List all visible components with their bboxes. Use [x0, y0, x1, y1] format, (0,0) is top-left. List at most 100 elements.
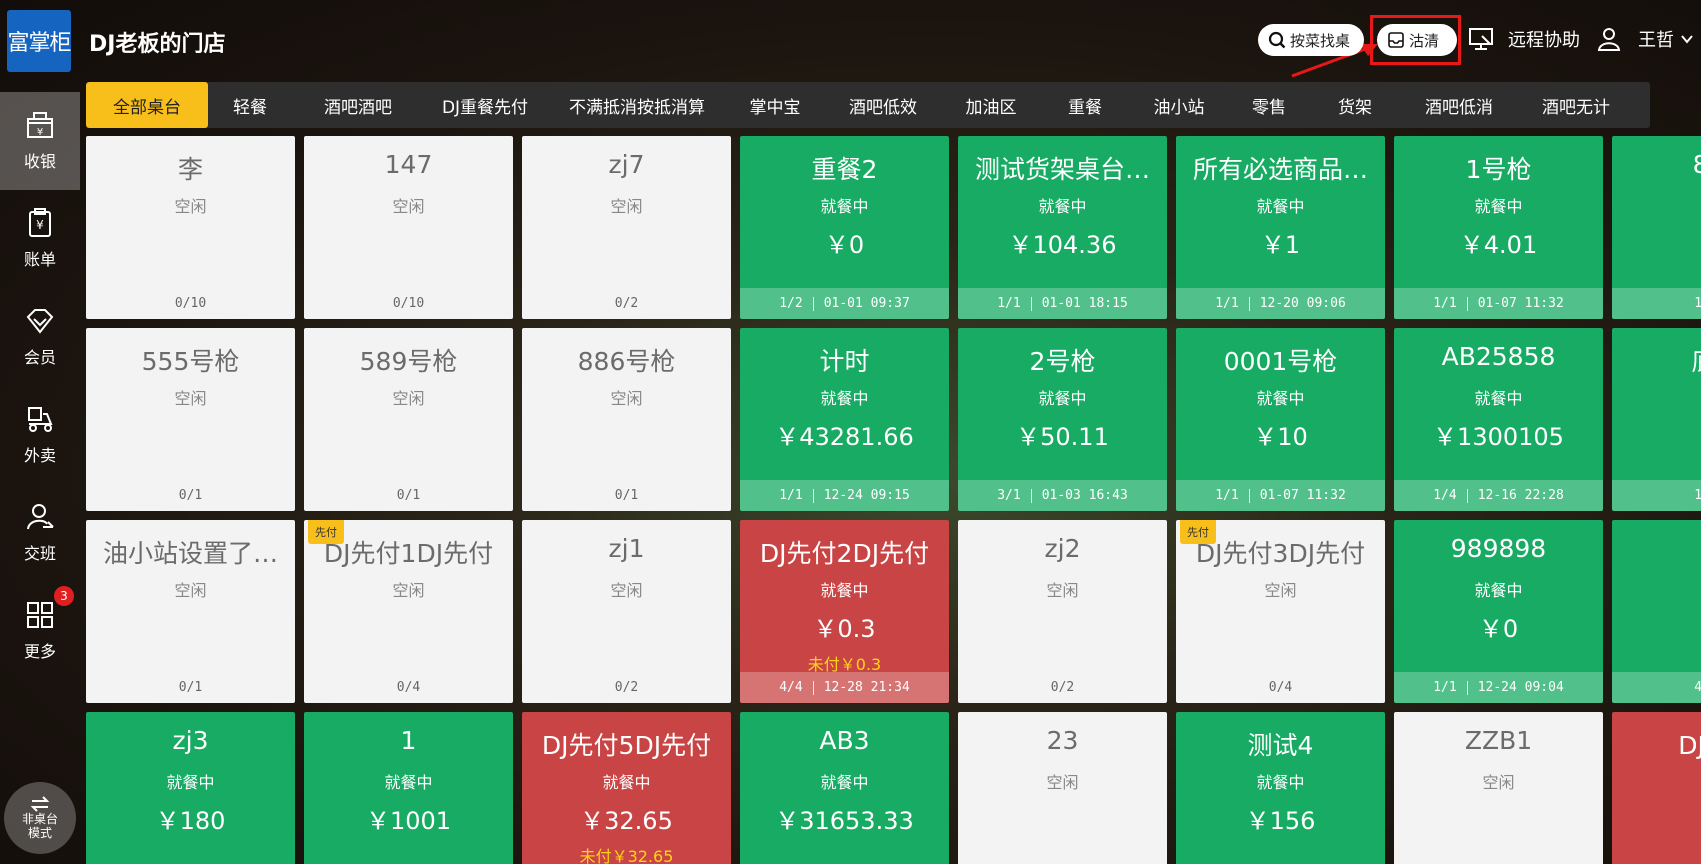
table-card[interactable]: 李空闲 0/10 — [86, 136, 295, 319]
table-card[interactable]: 886号枪 空闲 0/1 — [522, 328, 731, 511]
table-seats: 1/4 — [1433, 488, 1457, 503]
unpaid-amount: 未付￥32.65 — [579, 847, 674, 864]
table-card[interactable]: zj2 空闲 0/2 — [958, 520, 1167, 703]
table-footer: 0/2 — [958, 672, 1167, 703]
table-status: 就餐中 — [1474, 197, 1523, 216]
table-footer: 4/4 — [1612, 672, 1701, 703]
table-card[interactable]: AB25858 就餐中 ￥1300105 1/4 12-16 22:28 — [1394, 328, 1603, 511]
table-status: 空闲 — [610, 197, 643, 216]
table-card[interactable]: 油小站设置了… 空闲 0/1 — [86, 520, 295, 703]
table-card[interactable]: 147 空闲 0/10 — [304, 136, 513, 319]
table-card[interactable]: 底下就 1/1 — [1612, 328, 1701, 511]
sidebar-item-shift[interactable]: 交班 — [0, 484, 80, 582]
tab-area[interactable]: 油小站 — [1132, 82, 1226, 128]
table-status: 就餐中 — [602, 773, 651, 792]
table-seats: 0/2 — [614, 296, 639, 311]
table-card[interactable]: zj3 就餐中 ￥180 — [86, 712, 295, 864]
sidebar-item-delivery[interactable]: 外卖 — [0, 386, 80, 484]
table-card[interactable]: 888 就 1/1 — [1612, 136, 1701, 319]
table-status: 空闲 — [174, 389, 207, 408]
table-footer: 0/4 — [1176, 672, 1385, 703]
sidebar-item-members[interactable]: 会员 — [0, 288, 80, 386]
table-card[interactable]: 989898 就餐中 ￥0 1/1 12-24 09:04 — [1394, 520, 1603, 703]
tab-area[interactable]: DJ重餐先付 — [424, 82, 546, 128]
table-footer: 1/4 12-16 22:28 — [1394, 480, 1603, 511]
shift-user-icon — [27, 504, 54, 530]
table-seats: 1/1 — [1433, 680, 1457, 695]
sidebar-item-label: 收银 — [23, 152, 56, 171]
swap-icon — [30, 796, 50, 812]
table-card[interactable]: 所有必选商品… 就餐中 ￥1 1/1 12-20 09:06 — [1176, 136, 1385, 319]
tab-area[interactable]: 全部桌台 — [86, 82, 208, 128]
table-amount: ￥0.3 — [813, 615, 876, 643]
sold-out-button[interactable]: 沽清 — [1377, 24, 1457, 56]
table-status: 就 — [1612, 193, 1701, 217]
table-status: 就餐中 — [1256, 773, 1305, 792]
tab-area[interactable]: 重餐 — [1038, 82, 1132, 128]
tab-area[interactable]: 零售 — [1226, 82, 1312, 128]
monitor-icon — [1469, 28, 1493, 50]
search-dish-label: 按菜找桌 — [1290, 31, 1351, 50]
tab-area[interactable]: 加油区 — [944, 82, 1038, 128]
table-card[interactable]: 先付 DJ先付1DJ先付 空闲 0/4 — [304, 520, 513, 703]
table-card[interactable]: zj7 空闲 0/2 — [522, 136, 731, 319]
table-card[interactable]: 555号枪 空闲 0/1 — [86, 328, 295, 511]
table-amount: ￥1300105 — [1433, 423, 1564, 451]
table-card[interactable]: 先付 DJ先付3DJ先付 空闲 0/4 — [1176, 520, 1385, 703]
cash-register-icon: ¥ — [27, 112, 53, 138]
table-name: zj3 — [172, 726, 209, 755]
table-card[interactable]: AB3 就餐中 ￥31653.33 — [740, 712, 949, 864]
table-card[interactable]: zj1 空闲 0/2 — [522, 520, 731, 703]
tab-area[interactable]: 酒吧酒吧 — [292, 82, 424, 128]
table-card[interactable]: 测试4 就餐中 ￥156 — [1176, 712, 1385, 864]
table-card[interactable]: 1 就餐中 ￥1001 — [304, 712, 513, 864]
table-seats: 1/2 — [779, 296, 803, 311]
sidebar-item-more[interactable]: 更多 3 — [0, 582, 80, 680]
tab-area[interactable]: 轻餐 — [208, 82, 292, 128]
footer-divider — [1466, 296, 1468, 311]
tab-area[interactable]: 酒吧低消 — [1398, 82, 1520, 128]
table-seats: 1/1 — [779, 488, 803, 503]
tab-area[interactable]: 货架 — [1312, 82, 1398, 128]
table-card[interactable]: 23 空闲 — [958, 712, 1167, 864]
table-amount: ￥1001 — [365, 807, 452, 835]
table-card[interactable]: DJ先付2DJ先付 就餐中 ￥0.3 未付￥0.3 4/4 12-28 21:34 — [740, 520, 949, 703]
diamond-icon — [26, 309, 54, 334]
tab-area[interactable]: 酒吧低效 — [822, 82, 944, 128]
table-seats: 1/1 — [1694, 488, 1701, 503]
table-name: 589号枪 — [359, 347, 458, 376]
table-card[interactable]: 计时 就餐中 ￥43281.66 1/1 12-24 09:15 — [740, 328, 949, 511]
non-table-mode-button[interactable]: 非桌台 模式 — [4, 782, 76, 854]
table-card[interactable]: 2号枪 就餐中 ￥50.11 3/1 01-03 16:43 — [958, 328, 1167, 511]
table-open-time: 01-01 09:37 — [823, 296, 910, 311]
table-card[interactable]: 测试货架桌台… 就餐中 ￥104.36 1/1 01-01 18:15 — [958, 136, 1167, 319]
sidebar-item-cashier[interactable]: ¥ 收银 — [0, 92, 80, 190]
user-menu[interactable]: 王哲 — [1596, 26, 1694, 52]
table-card[interactable]: 589号枪 空闲 0/1 — [304, 328, 513, 511]
search-dish-button[interactable]: 按菜找桌 — [1258, 24, 1364, 56]
tab-area[interactable]: 掌中宝 — [728, 82, 822, 128]
table-card[interactable]: 1号枪 就餐中 ￥4.01 1/1 01-07 11:32 — [1394, 136, 1603, 319]
table-amount: ￥4.01 — [1459, 231, 1538, 259]
remote-assist-button[interactable]: 远程协助 — [1468, 26, 1580, 52]
table-status: 就餐中 — [1256, 197, 1305, 216]
table-status: 就餐中 — [820, 197, 869, 216]
table-footer: 1/1 01-01 18:15 — [958, 288, 1167, 319]
table-name: DJ先付3DJ先付 — [1195, 539, 1366, 568]
app-logo: 富掌柜 — [7, 10, 72, 72]
table-status: 空闲 — [392, 581, 425, 600]
sidebar-item-bills[interactable]: ¥ 账单 — [0, 190, 80, 288]
table-footer: 0/4 — [304, 672, 513, 703]
footer-divider — [1248, 296, 1250, 311]
sidebar: ¥ 收银 ¥ 账单 会员 外卖 交班 更多 3 非桌台 模式 — [0, 80, 80, 864]
table-card[interactable]: A就 4/4 — [1612, 520, 1701, 703]
table-card[interactable]: DJ先付就 — [1612, 712, 1701, 864]
tab-area[interactable]: 酒吧无计 — [1520, 82, 1632, 128]
tab-area[interactable]: 不满抵消按抵消算 — [546, 82, 728, 128]
footer-divider — [1466, 680, 1468, 695]
table-card[interactable]: DJ先付5DJ先付 就餐中 ￥32.65 未付￥32.65 — [522, 712, 731, 864]
table-status: 就餐中 — [1474, 581, 1523, 600]
table-card[interactable]: ZZB1 空闲 — [1394, 712, 1603, 864]
table-card[interactable]: 0001号枪 就餐中 ￥10 1/1 01-07 11:32 — [1176, 328, 1385, 511]
table-card[interactable]: 重餐2 就餐中 ￥0 1/2 01-01 09:37 — [740, 136, 949, 319]
